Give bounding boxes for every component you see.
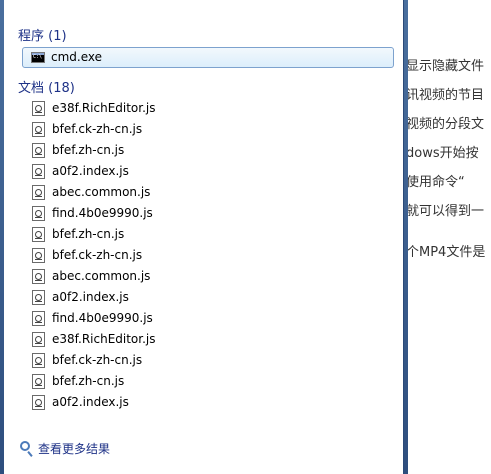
document-label: find.4b0e9990.js bbox=[52, 206, 153, 220]
document-item[interactable]: e38f.RichEditor.js bbox=[28, 330, 388, 350]
document-label: bfef.ck-zh-cn.js bbox=[52, 248, 143, 262]
document-item[interactable]: abec.common.js bbox=[28, 183, 388, 203]
document-label: a0f2.index.js bbox=[52, 290, 129, 304]
js-file-icon bbox=[32, 206, 45, 221]
document-label: abec.common.js bbox=[52, 269, 151, 283]
background-text-line: 使用命令“ bbox=[406, 175, 465, 190]
search-results-panel: 程序 (1) cmd.exe 文档 (18) e38f.RichEditor.j… bbox=[4, 0, 404, 474]
search-icon bbox=[20, 441, 30, 451]
js-file-icon bbox=[32, 311, 45, 326]
background-document: 显示隐藏文件 讯视频的节目 视频的分段文 dows开始按 使用命令“ 就可以得到… bbox=[398, 0, 491, 474]
js-file-icon bbox=[32, 395, 45, 410]
document-item[interactable]: a0f2.index.js bbox=[28, 162, 388, 182]
js-file-icon bbox=[32, 290, 45, 305]
document-label: e38f.RichEditor.js bbox=[52, 101, 156, 115]
document-item[interactable]: find.4b0e9990.js bbox=[28, 309, 388, 329]
js-file-icon bbox=[32, 143, 45, 158]
document-label: bfef.ck-zh-cn.js bbox=[52, 353, 143, 367]
document-label: bfef.zh-cn.js bbox=[52, 143, 125, 157]
program-label: cmd.exe bbox=[51, 50, 103, 64]
see-more-label: 查看更多结果 bbox=[38, 442, 111, 456]
document-label: abec.common.js bbox=[52, 185, 151, 199]
js-file-icon bbox=[32, 185, 45, 200]
background-text-line: dows开始按 bbox=[406, 146, 479, 161]
see-more-results-link[interactable]: 查看更多结果 bbox=[18, 440, 218, 458]
documents-header: 文档 (18) bbox=[18, 81, 75, 96]
document-item[interactable]: bfef.zh-cn.js bbox=[28, 141, 388, 161]
document-label: e38f.RichEditor.js bbox=[52, 332, 156, 346]
js-file-icon bbox=[32, 332, 45, 347]
background-text-line: 就可以得到一 bbox=[406, 204, 485, 219]
background-text-line: 显示隐藏文件 bbox=[406, 59, 485, 74]
document-label: bfef.zh-cn.js bbox=[52, 227, 125, 241]
js-file-icon bbox=[32, 164, 45, 179]
js-file-icon bbox=[32, 269, 45, 284]
document-item[interactable]: bfef.ck-zh-cn.js bbox=[28, 120, 388, 140]
js-file-icon bbox=[32, 248, 45, 263]
document-item[interactable]: a0f2.index.js bbox=[28, 393, 388, 413]
js-file-icon bbox=[32, 353, 45, 368]
document-item[interactable]: a0f2.index.js bbox=[28, 288, 388, 308]
document-label: a0f2.index.js bbox=[52, 164, 129, 178]
background-text-line: 个MP4文件是 bbox=[406, 245, 486, 260]
document-item[interactable]: bfef.zh-cn.js bbox=[28, 225, 388, 245]
js-file-icon bbox=[32, 122, 45, 137]
document-item[interactable]: bfef.ck-zh-cn.js bbox=[28, 351, 388, 371]
program-item-cmd[interactable]: cmd.exe bbox=[22, 47, 394, 68]
background-text-line: 讯视频的节目 bbox=[406, 88, 485, 103]
cmd-icon bbox=[31, 52, 45, 63]
background-text-line: 视频的分段文 bbox=[406, 117, 485, 132]
document-label: bfef.ck-zh-cn.js bbox=[52, 122, 143, 136]
document-label: find.4b0e9990.js bbox=[52, 311, 153, 325]
js-file-icon bbox=[32, 374, 45, 389]
document-item[interactable]: abec.common.js bbox=[28, 267, 388, 287]
document-item[interactable]: find.4b0e9990.js bbox=[28, 204, 388, 224]
js-file-icon bbox=[32, 101, 45, 116]
document-label: bfef.zh-cn.js bbox=[52, 374, 125, 388]
document-item[interactable]: bfef.zh-cn.js bbox=[28, 372, 388, 392]
start-menu: 程序 (1) cmd.exe 文档 (18) e38f.RichEditor.j… bbox=[0, 0, 408, 474]
js-file-icon bbox=[32, 227, 45, 242]
programs-header: 程序 (1) bbox=[18, 29, 67, 44]
document-item[interactable]: e38f.RichEditor.js bbox=[28, 99, 388, 119]
document-label: a0f2.index.js bbox=[52, 395, 129, 409]
document-item[interactable]: bfef.ck-zh-cn.js bbox=[28, 246, 388, 266]
